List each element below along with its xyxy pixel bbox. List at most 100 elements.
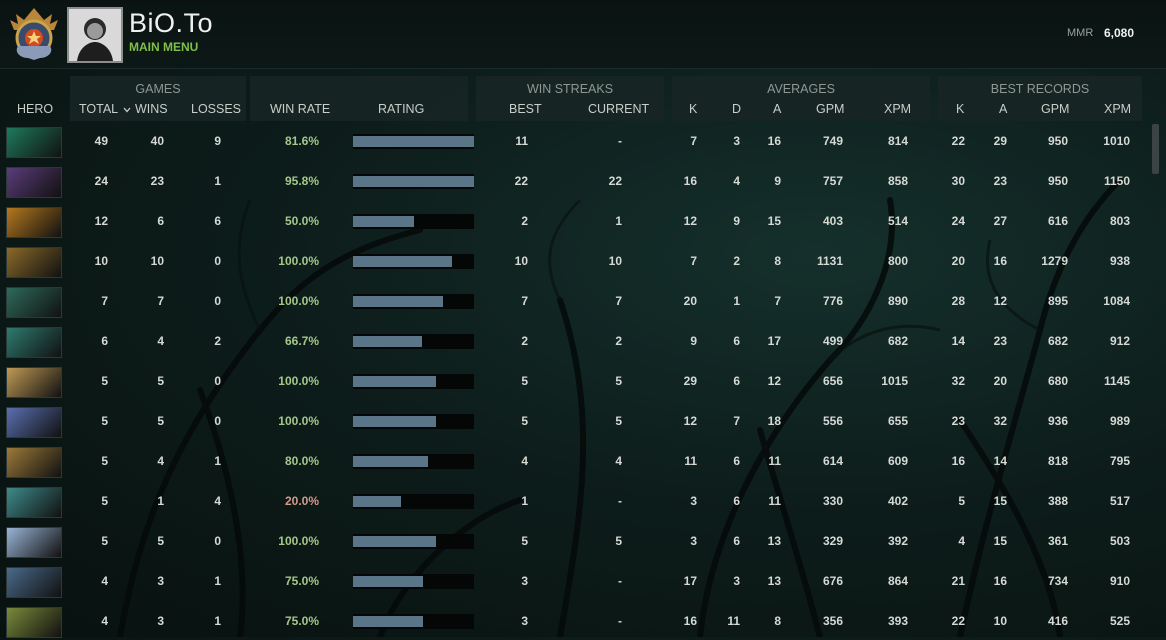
table-row[interactable]: 7 7 0 100.0% 7 7 20 1 7 776 890 28 12 895 1084 [0, 284, 1150, 320]
avg-gpm: 757 [822, 174, 843, 188]
column-avg-assists[interactable]: A [773, 102, 781, 116]
avg-gpm: 329 [822, 534, 843, 548]
best-kills: 22 [951, 614, 965, 628]
avg-gpm: 614 [822, 454, 843, 468]
avg-kills: 3 [690, 494, 697, 508]
hero-portrait[interactable] [6, 407, 62, 438]
column-avg-kills[interactable]: K [689, 102, 697, 116]
table-row[interactable]: 12 6 6 50.0% 2 1 12 9 15 403 514 24 27 616 803 [0, 204, 1150, 240]
hero-portrait[interactable] [6, 527, 62, 558]
hero-portrait[interactable] [6, 287, 62, 318]
table-row[interactable]: 5 5 0 100.0% 5 5 3 6 13 329 392 4 15 361 503 [0, 524, 1150, 560]
column-total[interactable]: TOTAL [79, 102, 131, 116]
column-best-kills[interactable]: K [956, 102, 964, 116]
rating-bar [353, 134, 474, 149]
avg-xpm: 864 [887, 574, 908, 588]
best-kills: 16 [951, 454, 965, 468]
best-assists: 14 [993, 454, 1007, 468]
avg-xpm: 814 [887, 134, 908, 148]
column-best-xpm[interactable]: XPM [1104, 102, 1131, 116]
hero-portrait[interactable] [6, 607, 62, 638]
table-row[interactable]: 5 1 4 20.0% 1 - 3 6 11 330 402 5 15 388 517 [0, 484, 1150, 520]
column-hero[interactable]: HERO [17, 102, 53, 116]
best-assists: 20 [993, 374, 1007, 388]
rating-bar-fill [353, 216, 414, 227]
best-xpm: 517 [1109, 494, 1130, 508]
avg-deaths: 6 [733, 454, 740, 468]
best-xpm: 803 [1109, 214, 1130, 228]
column-current-streak[interactable]: CURRENT [588, 102, 649, 116]
column-avg-xpm[interactable]: XPM [884, 102, 911, 116]
player-avatar[interactable] [67, 7, 123, 63]
column-avg-gpm[interactable]: GPM [816, 102, 844, 116]
table-row[interactable]: 4 3 1 75.0% 3 - 17 3 13 676 864 21 16 734 910 [0, 564, 1150, 600]
table-row[interactable]: 4 3 1 75.0% 3 - 16 11 8 356 393 22 10 416 525 [0, 604, 1150, 640]
avg-gpm: 330 [822, 494, 843, 508]
column-losses[interactable]: LOSSES [191, 102, 241, 116]
avg-xpm: 609 [887, 454, 908, 468]
hero-portrait[interactable] [6, 327, 62, 358]
best-assists: 16 [993, 254, 1007, 268]
win-rate: 66.7% [284, 334, 319, 348]
hero-portrait[interactable] [6, 247, 62, 278]
best-assists: 10 [993, 614, 1007, 628]
best-kills: 23 [951, 414, 965, 428]
column-best-gpm[interactable]: GPM [1041, 102, 1069, 116]
best-gpm: 416 [1047, 614, 1068, 628]
column-best-streak[interactable]: BEST [509, 102, 542, 116]
best-assists: 29 [993, 134, 1007, 148]
table-row[interactable]: 5 5 0 100.0% 5 5 29 6 12 656 1015 32 20 680 1145 [0, 364, 1150, 400]
table-row[interactable]: 5 5 0 100.0% 5 5 12 7 18 556 655 23 32 936 989 [0, 404, 1150, 440]
column-win-rate[interactable]: WIN RATE [270, 102, 330, 116]
scrollbar-thumb[interactable] [1152, 124, 1159, 174]
current-streak: 5 [615, 374, 622, 388]
main-menu-link[interactable]: MAIN MENU [129, 40, 198, 54]
hero-portrait[interactable] [6, 487, 62, 518]
win-rate: 20.0% [284, 494, 319, 508]
best-xpm: 989 [1109, 414, 1130, 428]
table-row[interactable]: 10 10 0 100.0% 10 10 7 2 8 1131 800 20 16 1279 938 [0, 244, 1150, 280]
avg-gpm: 403 [822, 214, 843, 228]
losses: 9 [214, 134, 221, 148]
best-kills: 24 [951, 214, 965, 228]
best-xpm: 910 [1109, 574, 1130, 588]
hero-portrait[interactable] [6, 127, 62, 158]
avg-xpm: 514 [887, 214, 908, 228]
avg-gpm: 1131 [816, 254, 843, 268]
avg-deaths: 11 [727, 614, 740, 628]
win-rate: 100.0% [278, 254, 319, 268]
table-row[interactable]: 24 23 1 95.8% 22 22 16 4 9 757 858 30 23 950 1150 [0, 164, 1150, 200]
best-streak: 5 [521, 534, 528, 548]
hero-portrait[interactable] [6, 167, 62, 198]
best-gpm: 1279 [1041, 254, 1068, 268]
rating-bar [353, 214, 474, 229]
avg-assists: 18 [767, 414, 781, 428]
losses: 1 [214, 454, 221, 468]
best-kills: 22 [951, 134, 965, 148]
current-streak: 5 [615, 534, 622, 548]
column-avg-deaths[interactable]: D [732, 102, 741, 116]
rating-bar-fill [353, 496, 401, 507]
best-gpm: 361 [1047, 534, 1068, 548]
table-row[interactable]: 49 40 9 81.6% 11 - 7 3 16 749 814 22 29 950 1010 [0, 124, 1150, 160]
hero-portrait[interactable] [6, 567, 62, 598]
avg-assists: 16 [767, 134, 781, 148]
column-wins[interactable]: WINS [135, 102, 168, 116]
table-row[interactable]: 6 4 2 66.7% 2 2 9 6 17 499 682 14 23 682 912 [0, 324, 1150, 360]
avg-gpm: 676 [822, 574, 843, 588]
column-best-assists[interactable]: A [999, 102, 1007, 116]
rating-bar-fill [353, 256, 452, 267]
best-gpm: 895 [1047, 294, 1068, 308]
hero-portrait[interactable] [6, 447, 62, 478]
table-row[interactable]: 5 4 1 80.0% 4 4 11 6 11 614 609 16 14 818 795 [0, 444, 1150, 480]
column-rating[interactable]: RATING [378, 102, 424, 116]
losses: 0 [214, 374, 221, 388]
best-kills: 21 [951, 574, 965, 588]
win-rate: 100.0% [278, 534, 319, 548]
hero-portrait[interactable] [6, 207, 62, 238]
avg-xpm: 393 [887, 614, 908, 628]
hero-portrait[interactable] [6, 367, 62, 398]
avg-kills: 11 [684, 454, 697, 468]
avg-assists: 11 [768, 494, 781, 508]
avg-kills: 12 [683, 214, 697, 228]
